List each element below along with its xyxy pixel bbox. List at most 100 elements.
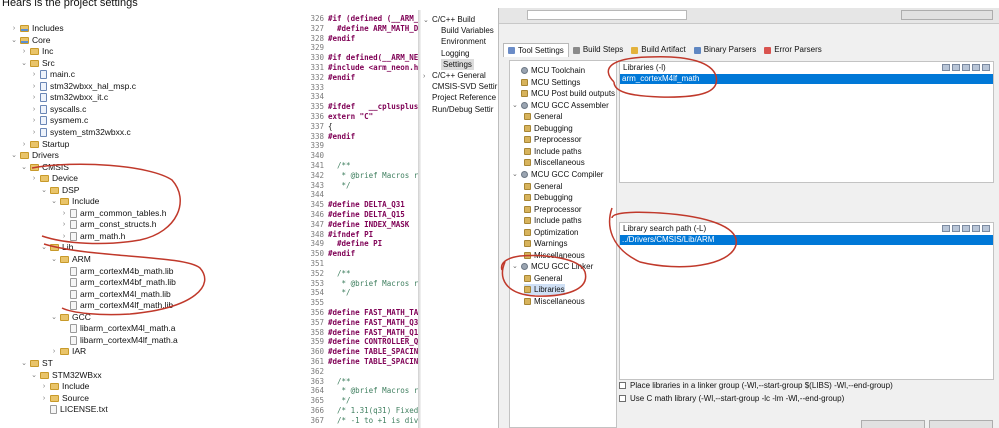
tool-item-miscellaneous[interactable]: Miscellaneous [524,296,585,307]
restore-defaults-button[interactable] [861,420,925,428]
linker-group-checkbox[interactable] [619,382,626,389]
tree-item-arm-cortexm4lf-math-lib[interactable]: arm_cortexM4lf_math.lib [60,300,173,311]
tree-item-arm-cortexm4bf-math-lib[interactable]: arm_cortexM4bf_math.lib [60,277,176,288]
configuration-select[interactable] [527,10,687,20]
expand-chevron-icon[interactable]: ⌄ [50,196,58,207]
collapse-chevron-icon[interactable]: › [30,173,38,184]
collapse-chevron-icon[interactable]: › [30,69,38,80]
tab-build-steps[interactable]: Build Steps [569,43,627,57]
tool-item-warnings[interactable]: Warnings [524,238,568,249]
nav-item-build-variables[interactable]: Build Variables [441,25,494,36]
tool-item-general[interactable]: General [524,111,562,122]
tree-item-core[interactable]: ⌄ Core [10,35,50,46]
tool-item-preprocessor[interactable]: Preprocessor [524,204,582,215]
collapse-chevron-icon[interactable]: › [30,127,38,138]
tree-item-system-stm32wbxx-c[interactable]: › system_stm32wbxx.c [30,127,131,138]
tool-item-mcu-settings[interactable]: MCU Settings [512,77,580,88]
tree-item-license-txt[interactable]: LICENSE.txt [40,404,108,415]
apply-button[interactable] [929,420,993,428]
tool-item-mcu-gcc-linker[interactable]: ⌄ MCU GCC Linker [512,261,593,272]
move-down-icon[interactable] [982,64,990,71]
tool-item-libraries[interactable]: Libraries [524,284,565,296]
delete-icon[interactable] [952,225,960,232]
tool-item-general[interactable]: General [524,273,562,284]
tree-item-stm32wbxx-it-c[interactable]: › stm32wbxx_it.c [30,92,108,103]
tree-item-arm-const-structs-h[interactable]: › arm_const_structs.h [60,219,157,230]
collapse-chevron-icon[interactable]: › [40,393,48,404]
nav-item-project-reference[interactable]: Project Reference [423,92,496,103]
expand-chevron-icon[interactable]: ⌄ [20,162,28,173]
c-math-checkbox[interactable] [619,395,626,402]
add-icon[interactable] [942,64,950,71]
tool-item-include-paths[interactable]: Include paths [524,146,582,157]
tree-item-arm[interactable]: ⌄ ARM [50,254,91,265]
collapse-chevron-icon[interactable]: › [30,92,38,103]
tool-item-mcu-gcc-assembler[interactable]: ⌄ MCU GCC Assembler [512,100,609,111]
tree-item-lib[interactable]: ⌄ Lib [40,242,73,253]
expand-chevron-icon[interactable]: ⌄ [10,150,18,161]
tree-item-include[interactable]: ⌄ Include [50,196,99,207]
nav-item-cmsis-svd-settir[interactable]: CMSIS-SVD Settir [423,81,497,92]
tree-item-source[interactable]: › Source [40,393,89,404]
tree-item-sysmem-c[interactable]: › sysmem.c [30,115,88,126]
chevron-icon[interactable]: ⌄ [512,261,519,272]
collapse-chevron-icon[interactable]: › [20,46,28,57]
move-down-icon[interactable] [982,225,990,232]
move-up-icon[interactable] [972,225,980,232]
collapse-chevron-icon[interactable]: › [40,381,48,392]
nav-item-run-debug-settir[interactable]: Run/Debug Settir [423,104,493,115]
add-icon[interactable] [942,225,950,232]
tool-item-miscellaneous[interactable]: Miscellaneous [524,157,585,168]
tree-item-main-c[interactable]: › main.c [30,69,75,80]
tree-item-st[interactable]: ⌄ ST [20,358,53,369]
tree-item-cmsis[interactable]: ⌄ CMSIS [20,162,69,173]
nav-item-environment[interactable]: Environment [441,36,486,47]
collapse-chevron-icon[interactable]: › [10,23,18,34]
tool-item-miscellaneous[interactable]: Miscellaneous [524,250,585,261]
tree-item-syscalls-c[interactable]: › syscalls.c [30,104,86,115]
tree-item-inc[interactable]: › Inc [20,46,54,57]
tree-item-stm32wbxx[interactable]: ⌄ STM32WBxx [30,370,102,381]
tree-item-stm32wbxx-hal-msp-c[interactable]: › stm32wbxx_hal_msp.c [30,81,136,92]
tree-item-libarm-cortexm4l-math-a[interactable]: libarm_cortexM4l_math.a [60,323,175,334]
tree-item-device[interactable]: › Device [30,173,78,184]
tab-tool-settings[interactable]: Tool Settings [503,43,569,57]
delete-icon[interactable] [952,64,960,71]
expand-chevron-icon[interactable]: ⌄ [10,35,18,46]
nav-item-c-c-general[interactable]: › C/C++ General [423,70,486,81]
tool-item-mcu-post-build-outputs[interactable]: MCU Post build outputs [512,88,615,99]
tree-item-src[interactable]: ⌄ Src [20,58,55,69]
tab-build-artifact[interactable]: Build Artifact [627,43,689,57]
edit-icon[interactable] [962,225,970,232]
tree-item-dsp[interactable]: ⌄ DSP [40,185,79,196]
move-up-icon[interactable] [972,64,980,71]
c-math-option[interactable]: Use C math library (-Wl,--start-group -l… [619,393,844,404]
expand-chevron-icon[interactable]: ⌄ [40,242,48,253]
nav-item-logging[interactable]: Logging [441,48,469,59]
tool-item-mcu-gcc-compiler[interactable]: ⌄ MCU GCC Compiler [512,169,603,180]
collapse-chevron-icon[interactable]: › [50,346,58,357]
edit-icon[interactable] [962,64,970,71]
tree-item-include[interactable]: › Include [40,381,90,392]
tree-item-startup[interactable]: › Startup [20,139,70,150]
tree-item-gcc[interactable]: ⌄ GCC [50,312,91,323]
expand-chevron-icon[interactable]: ⌄ [50,312,58,323]
library-item[interactable]: arm_cortexM4lf_math [620,74,993,84]
tree-item-iar[interactable]: › IAR [50,346,86,357]
nav-item-settings[interactable]: Settings [441,58,474,70]
collapse-chevron-icon[interactable]: › [30,115,38,126]
collapse-chevron-icon[interactable]: › [30,81,38,92]
expand-chevron-icon[interactable]: ⌄ [40,185,48,196]
expand-chevron-icon[interactable]: ⌄ [30,370,38,381]
tool-item-debugging[interactable]: Debugging [524,123,573,134]
tool-item-mcu-toolchain[interactable]: MCU Toolchain [512,65,585,76]
expand-chevron-icon[interactable]: ⌄ [20,58,28,69]
tool-item-debugging[interactable]: Debugging [524,192,573,203]
tree-item-libarm-cortexm4lf-math-a[interactable]: libarm_cortexM4lf_math.a [60,335,178,346]
chevron-icon[interactable]: ⌄ [512,100,519,111]
tree-item-includes[interactable]: › Includes [10,23,64,34]
expand-chevron-icon[interactable]: ⌄ [50,254,58,265]
linker-group-option[interactable]: Place libraries in a linker group (-Wl,-… [619,380,893,391]
tree-item-arm-common-tables-h[interactable]: › arm_common_tables.h [60,208,166,219]
tree-item-arm-math-h[interactable]: › arm_math.h [60,231,125,242]
